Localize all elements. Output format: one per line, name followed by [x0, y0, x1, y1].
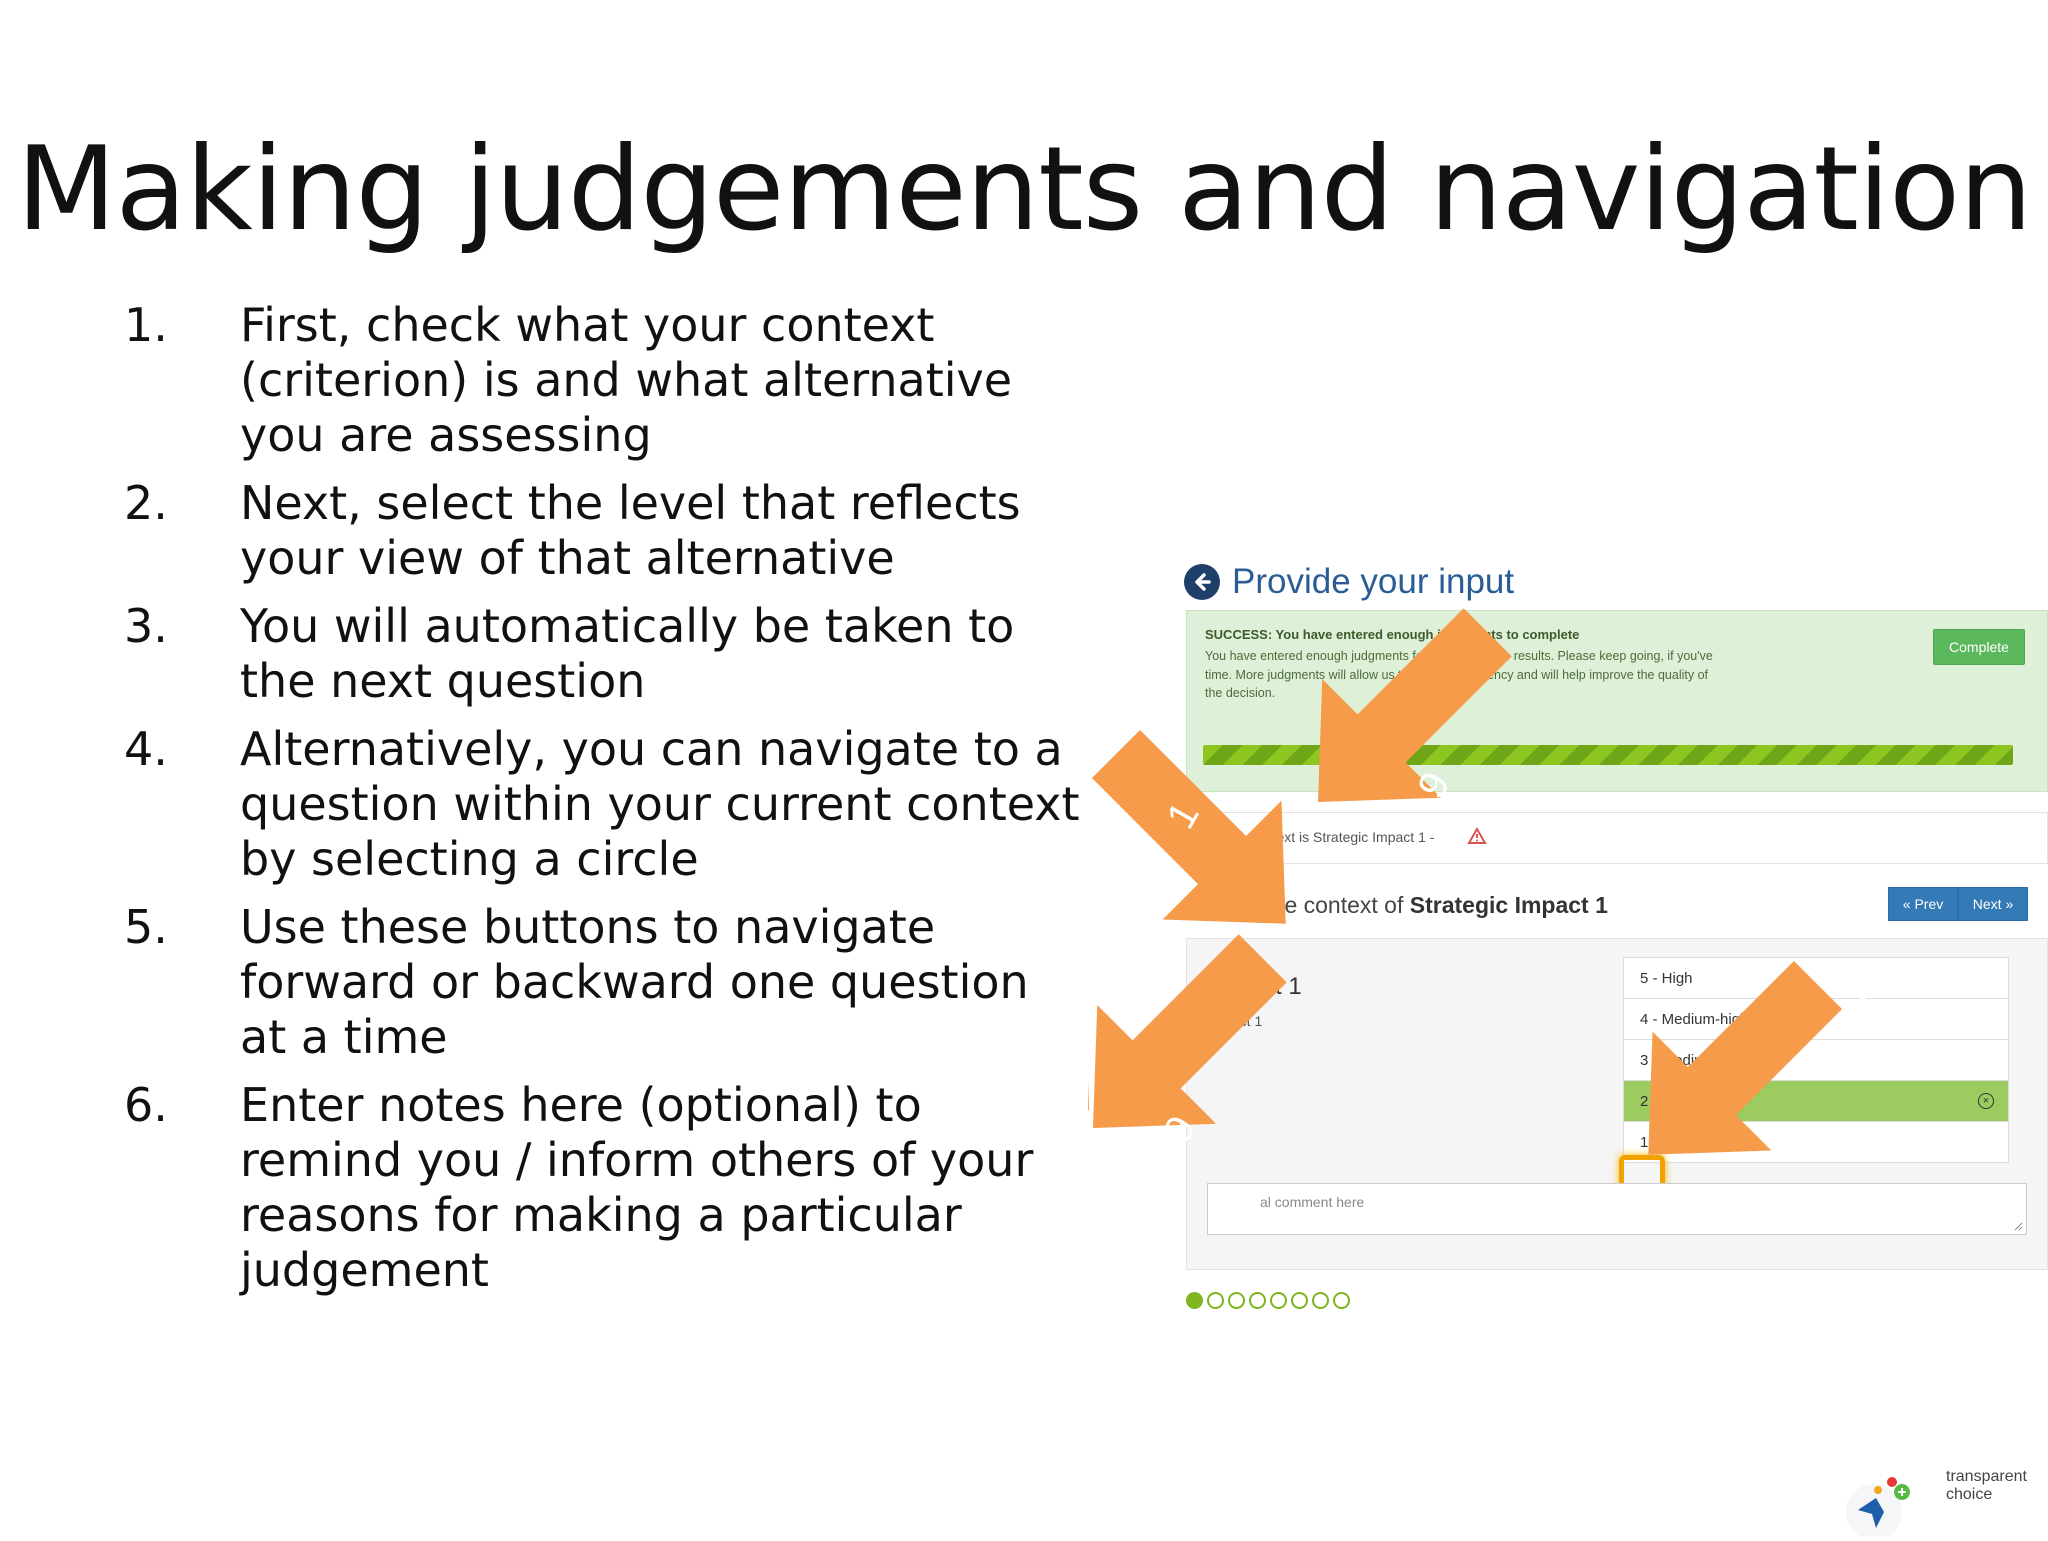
alternative-title: Project 1	[1207, 973, 1302, 1000]
step-item: 3. You will automatically be taken to the…	[124, 599, 1084, 709]
question-dot[interactable]	[1249, 1292, 1266, 1309]
question-dot[interactable]	[1207, 1292, 1224, 1309]
prev-button[interactable]: « Prev	[1888, 887, 1958, 921]
app-panel: Provide your input SUCCESS: You have ent…	[1088, 540, 2048, 1310]
brand-line-2: choice	[1946, 1486, 1993, 1503]
question-dot[interactable]	[1270, 1292, 1287, 1309]
steps-list: 1. First, check what your context (criter…	[124, 298, 1084, 1311]
success-alert: SUCCESS: You have entered enough judgmen…	[1186, 610, 2048, 792]
brand-name: transparent choice	[1946, 1468, 2027, 1504]
rate-prefix: Rate in the context of	[1186, 892, 1410, 918]
rate-context-label: Rate in the context of Strategic Impact …	[1186, 892, 1608, 919]
context-bar: ontext is Strategic Impact 1 -	[1186, 812, 2048, 864]
transparent-choice-logo-icon	[1846, 1477, 1910, 1540]
rating-panel: Project 1 Project 1 5 - High 4 - Medium-…	[1186, 938, 2048, 1270]
warning-icon	[1467, 827, 1487, 844]
alert-body: You have entered enough judgments for us…	[1205, 649, 1713, 700]
step-text: You will automatically be taken to the n…	[240, 599, 1015, 708]
question-dot[interactable]	[1228, 1292, 1245, 1309]
step-number: 1.	[124, 298, 168, 352]
slide-title: Making judgements and navigation	[16, 122, 2032, 257]
level-label: 2 - Medium-low	[1640, 1092, 1743, 1110]
step-item: 4. Alternatively, you can navigate to a q…	[124, 722, 1084, 887]
question-dot[interactable]	[1186, 1292, 1203, 1309]
step-text: Next, select the level that reflects you…	[240, 476, 1021, 585]
level-option[interactable]: 3 - Medium	[1624, 1040, 2008, 1081]
question-dot[interactable]	[1291, 1292, 1308, 1309]
level-label: 3 - Medium	[1640, 1051, 1716, 1069]
clear-selection-icon[interactable]: ×	[1978, 1093, 1994, 1109]
progress-bar	[1203, 745, 2013, 765]
level-option[interactable]: 1 - Low	[1624, 1122, 2008, 1162]
alternative-subtitle: Project 1	[1207, 1013, 1263, 1029]
level-option-selected[interactable]: 2 - Medium-low ×	[1624, 1081, 2008, 1122]
level-option[interactable]: 4 - Medium-high	[1624, 999, 2008, 1040]
step-text: Alternatively, you can navigate to a que…	[240, 722, 1080, 886]
question-dot[interactable]	[1333, 1292, 1350, 1309]
step-number: 2.	[124, 476, 168, 530]
app-screenshot: Provide your input SUCCESS: You have ent…	[1088, 540, 2048, 1310]
brand-logo: transparent choice	[1836, 1452, 2046, 1540]
next-button[interactable]: Next »	[1958, 887, 2028, 921]
back-arrow-icon[interactable]	[1184, 564, 1220, 600]
step-number: 6.	[124, 1078, 168, 1132]
step-item: 5. Use these buttons to navigate forward …	[124, 900, 1084, 1065]
question-dot[interactable]	[1312, 1292, 1329, 1309]
level-label: 4 - Medium-high	[1640, 1010, 1749, 1028]
page-header: Provide your input	[1184, 560, 1514, 604]
complete-button[interactable]: Complete	[1933, 629, 2025, 665]
step-number: 4.	[124, 722, 168, 776]
step-item: 1. First, check what your context (criter…	[124, 298, 1084, 463]
page-title: Provide your input	[1232, 562, 1515, 601]
step-item: 2. Next, select the level that reflects y…	[124, 476, 1084, 586]
brand-line-1: transparent	[1946, 1468, 2027, 1485]
comment-input[interactable]: al comment here	[1207, 1183, 2027, 1235]
question-dots	[1186, 1292, 1350, 1309]
level-list: 5 - High 4 - Medium-high 3 - Medium 2 - …	[1623, 957, 2009, 1163]
level-option[interactable]: 5 - High	[1624, 958, 2008, 999]
step-text: First, check what your context (criterio…	[240, 298, 1013, 462]
step-number: 3.	[124, 599, 168, 653]
step-text: Use these buttons to navigate forward or…	[240, 900, 1029, 1064]
comment-placeholder: al comment here	[1260, 1194, 1365, 1210]
level-label: 5 - High	[1640, 969, 1693, 987]
resize-handle-icon[interactable]	[2013, 1221, 2023, 1231]
step-item: 6. Enter notes here (optional) to remind …	[124, 1078, 1084, 1298]
step-number: 5.	[124, 900, 168, 954]
prev-next-buttons: « Prev Next »	[1888, 887, 2028, 921]
rate-context: Strategic Impact 1	[1409, 892, 1608, 918]
alert-heading: SUCCESS: You have entered enough judgmen…	[1205, 627, 1580, 642]
step-text: Enter notes here (optional) to remind yo…	[240, 1078, 1034, 1297]
level-label: 1 - Low	[1640, 1133, 1690, 1151]
context-text: ontext is Strategic Impact 1 -	[1257, 829, 1435, 845]
